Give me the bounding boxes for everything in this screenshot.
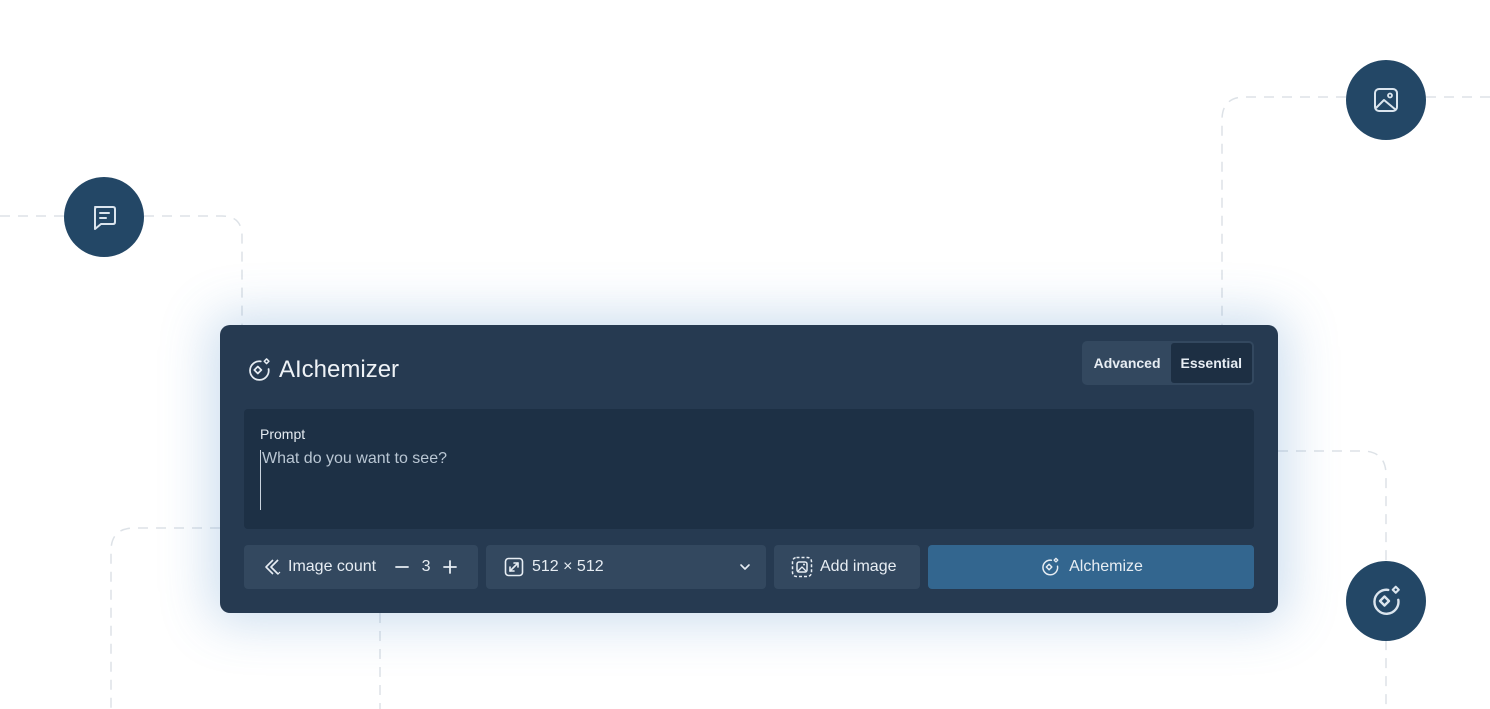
page-title: AIchemizer [279,356,400,383]
add-image-label: Add image [820,558,897,575]
decrement-button[interactable] [390,555,414,579]
mode-advanced-option[interactable]: Advanced [1084,343,1171,383]
increment-button[interactable] [438,555,462,579]
double-chevron-left-icon [265,559,281,575]
image-count-value: 3 [421,558,431,575]
alchemizer-panel: AIchemizer Advanced Essential Prompt Ima… [220,325,1278,613]
mode-essential-option[interactable]: Essential [1170,343,1252,383]
sparkle-target-icon [249,358,270,381]
plus-icon [443,560,457,574]
prompt-box: Prompt [244,409,1254,529]
size-value: 512 × 512 [532,558,604,575]
sparkle-target-icon [1042,557,1059,576]
sparkle-circle-button [1346,561,1426,641]
resize-icon [504,557,524,577]
chat-circle-button [64,177,144,257]
chevron-down-icon [740,564,750,570]
image-icon [1374,88,1398,112]
image-count-label: Image count [288,558,377,575]
image-circle-button [1346,60,1426,140]
mode-toggle: Advanced Essential [1081,341,1254,385]
chat-icon [94,206,116,230]
minus-icon [395,566,409,568]
sparkle-target-icon [1373,585,1400,615]
panel-header: AIchemizer [245,355,399,385]
alchemize-label: Alchemize [1069,558,1143,575]
prompt-label: Prompt [260,426,306,442]
alchemize-button[interactable]: Alchemize [928,545,1254,589]
image-count-control: Image count 3 [244,545,478,589]
controls-bar: Image count 3 512 × 512 Add image Alchem… [244,545,1254,589]
size-select[interactable]: 512 × 512 [486,545,766,589]
add-image-button[interactable]: Add image [774,545,920,589]
prompt-input[interactable] [260,450,1238,510]
image-placeholder-icon [791,556,813,578]
